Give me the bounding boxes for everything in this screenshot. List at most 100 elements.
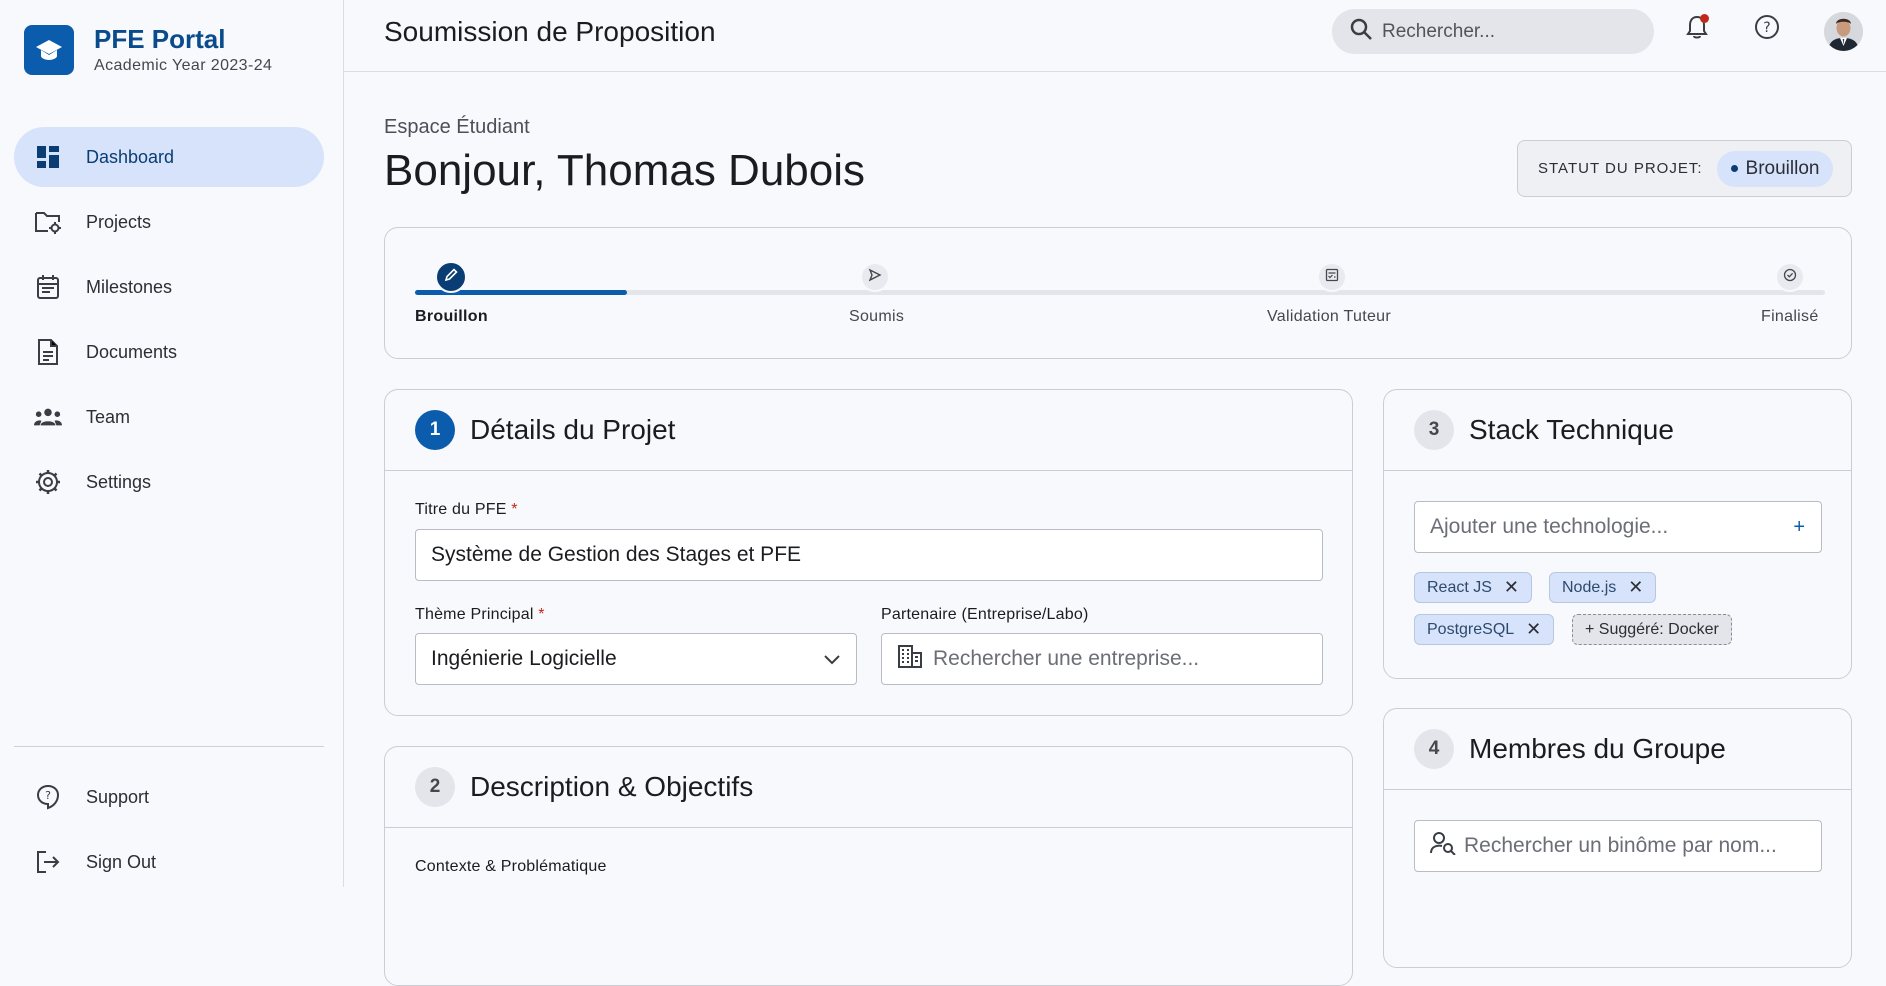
group-members-card: 4 Membres du Groupe Rechercher un binôme… [1383,708,1852,968]
team-icon [34,403,62,431]
project-details-card: 1 Détails du Projet Titre du PFE * Systè… [384,389,1353,716]
sidebar-item-settings[interactable]: Settings [14,452,324,512]
close-icon[interactable]: ✕ [1526,619,1541,640]
sidebar-item-label: Sign Out [86,851,157,872]
step-number-badge: 3 [1414,410,1454,450]
theme-label: Thème Principal * [415,606,545,623]
pencil-icon [444,267,458,287]
gear-icon [34,468,62,496]
status-dot [1730,165,1738,172]
status-label: STATUT DU PROJET: [1538,160,1703,177]
pfe-title-value: Système de Gestion des Stages et PFE [431,543,802,566]
partner-search-field[interactable]: Rechercher une entreprise... [881,633,1323,685]
theme-value: Ingénierie Logicielle [431,647,617,670]
card-title: Stack Technique [1469,414,1674,445]
suggested-tech-chip[interactable]: + Suggéré: Docker [1572,614,1732,645]
card-header: 4 Membres du Groupe [1384,709,1851,790]
project-status-card: STATUT DU PROJET: Brouillon [1517,140,1852,197]
tech-chip[interactable]: Node.js ✕ [1549,572,1657,603]
review-icon [1325,268,1339,287]
brand-subtitle: Academic Year 2023-24 [94,57,273,74]
card-header: 2 Description & Objectifs [385,747,1352,828]
step-validation-node[interactable] [1317,262,1347,292]
add-technology-placeholder: Ajouter une technologie... [1430,515,1669,538]
step-number-badge: 2 [415,767,455,807]
member-search-placeholder: Rechercher un binôme par nom... [1464,834,1777,857]
page-title: Bonjour, Thomas Dubois [384,146,866,195]
step-validation-label: Validation Tuteur [1267,308,1391,325]
chevron-down-icon [824,647,840,671]
status-value: Brouillon [1745,157,1820,179]
card-header: 3 Stack Technique [1384,390,1851,471]
step-brouillon-label: Brouillon [415,308,488,325]
breadcrumb: Espace Étudiant [384,116,530,138]
dashboard-icon [34,143,62,171]
sidebar-item-label: Team [86,406,131,427]
close-icon[interactable]: ✕ [1628,577,1643,598]
help-circle-icon: ? [34,783,62,811]
sidebar-item-label: Dashboard [86,146,175,167]
sidebar-item-milestones[interactable]: Milestones [14,257,324,317]
sidebar-item-dashboard[interactable]: Dashboard [14,127,324,187]
sidebar-nav: Dashboard Projects Milestones Documents … [14,127,324,517]
graduation-cap-icon [24,25,74,75]
step-number-badge: 1 [415,410,455,450]
person-search-icon [1430,831,1456,861]
sidebar-item-label: Projects [86,211,152,232]
pfe-title-field[interactable]: Système de Gestion des Stages et PFE [415,529,1323,581]
search-input[interactable]: Rechercher... [1332,9,1654,54]
card-title: Description & Objectifs [470,771,754,802]
card-title: Membres du Groupe [1469,733,1726,764]
description-card: 2 Description & Objectifs Contexte & Pro… [384,746,1353,986]
send-icon [868,268,882,287]
chip-label: React JS [1427,578,1492,596]
page-header-title: Soumission de Proposition [384,16,716,47]
tech-chip[interactable]: PostgreSQL ✕ [1414,614,1555,645]
chip-label: PostgreSQL [1427,620,1515,638]
step-finalise-label: Finalisé [1761,308,1819,325]
card-header: 1 Détails du Projet [385,390,1352,471]
add-technology-input[interactable]: Ajouter une technologie... + [1414,501,1822,553]
step-soumis-node[interactable] [860,262,890,292]
sidebar-item-label: Milestones [86,276,173,297]
sidebar: PFE Portal Academic Year 2023-24 Dashboa… [0,0,344,887]
chip-label: Node.js [1562,578,1617,596]
folder-gear-icon [34,208,62,236]
brand-title: PFE Portal [94,24,226,54]
search-placeholder: Rechercher... [1382,20,1495,42]
check-circle-icon [1783,268,1797,287]
context-label: Contexte & Problématique [415,858,607,875]
document-icon [34,338,62,366]
chip-label: + Suggéré: Docker [1585,620,1719,638]
theme-select[interactable]: Ingénierie Logicielle [415,633,857,685]
svg-text:?: ? [45,789,51,802]
sidebar-item-label: Support [86,786,150,807]
sidebar-item-team[interactable]: Team [14,387,324,447]
logout-icon [34,848,62,876]
search-icon [1350,18,1372,45]
sidebar-item-sign-out[interactable]: Sign Out [14,832,324,892]
sidebar-item-support[interactable]: ? Support [14,767,324,827]
sidebar-divider [14,746,324,747]
member-search-input[interactable]: Rechercher un binôme par nom... [1414,820,1822,872]
tech-chip[interactable]: React JS ✕ [1414,572,1533,603]
partner-label: Partenaire (Entreprise/Labo) [881,606,1089,623]
avatar[interactable] [1824,12,1863,51]
close-icon[interactable]: ✕ [1504,577,1519,598]
svg-text:?: ? [1763,20,1770,36]
notification-bell-icon[interactable] [1682,12,1712,42]
step-finalise-node[interactable] [1775,262,1805,292]
pfe-title-label: Titre du PFE * [415,501,518,518]
status-badge: Brouillon [1716,150,1834,187]
progress-stepper: Brouillon Soumis Validation Tuteur Final… [384,227,1852,359]
sidebar-item-documents[interactable]: Documents [14,322,324,382]
help-icon[interactable]: ? [1752,12,1782,42]
calendar-icon [34,273,62,301]
sidebar-item-projects[interactable]: Projects [14,192,324,252]
top-header: Soumission de Proposition Rechercher... … [344,0,1886,72]
tech-stack-card: 3 Stack Technique Ajouter une technologi… [1383,389,1852,679]
add-icon[interactable]: + [1793,516,1805,539]
sidebar-item-label: Settings [86,471,152,492]
step-brouillon-node[interactable] [435,261,467,293]
sidebar-bottom: ? Support Sign Out [14,767,324,897]
